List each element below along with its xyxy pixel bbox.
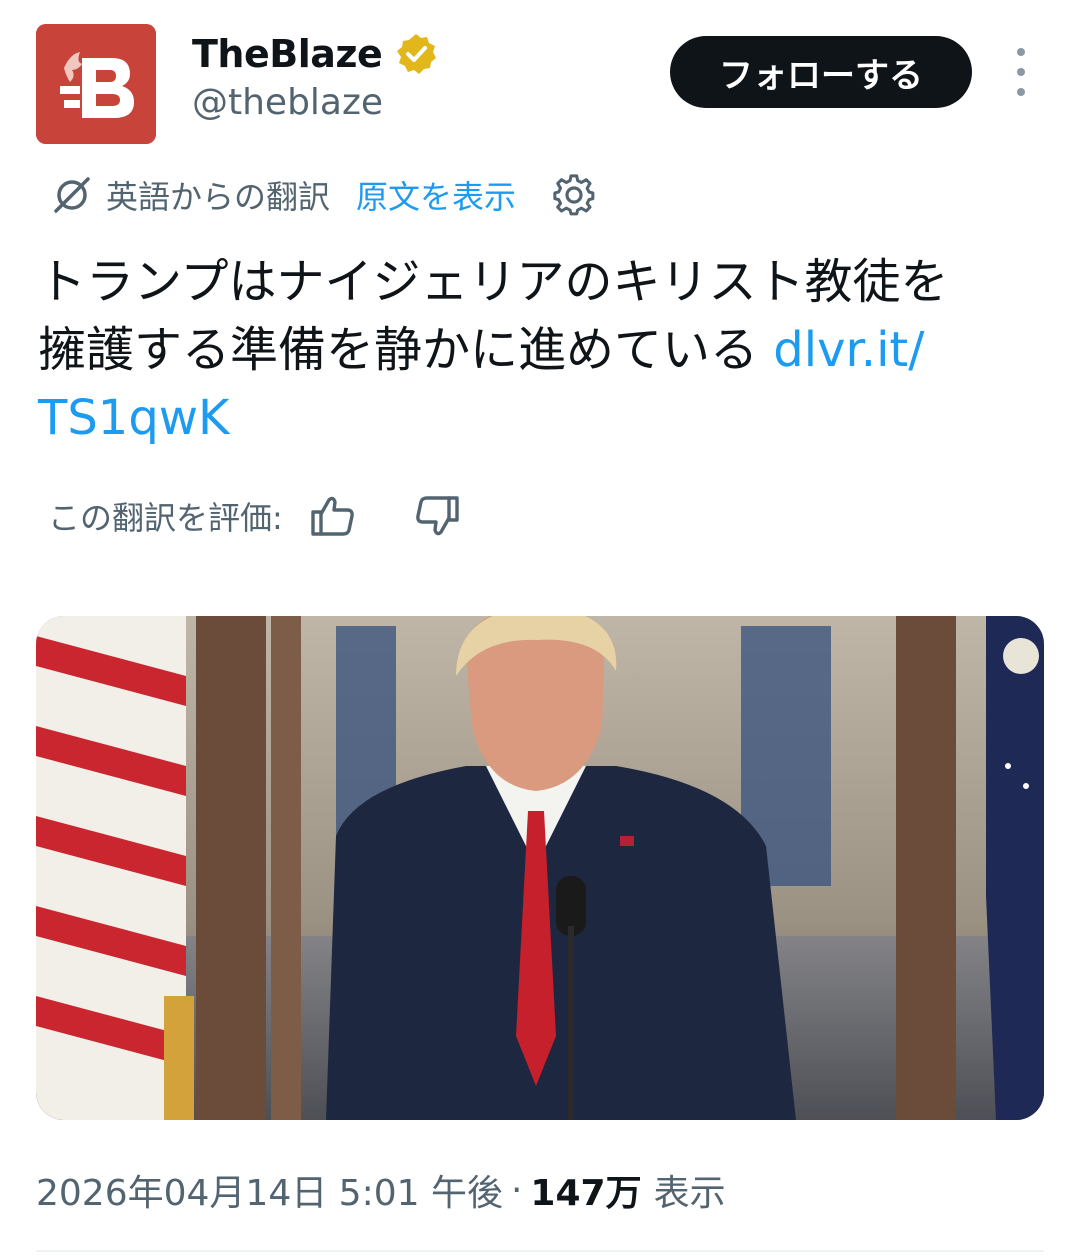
meta-separator: · xyxy=(510,1169,523,1211)
rate-translation: この翻訳を評価: xyxy=(48,488,461,544)
gear-icon[interactable] xyxy=(552,173,596,217)
tweet-text: トランプはナイジェリアのキリスト教徒を 擁護する準備を静かに進めている dlvr… xyxy=(38,248,1048,452)
tweet-header: TheBlaze @theblaze フォローする xyxy=(0,0,1080,160)
name-row: TheBlaze xyxy=(192,28,438,80)
tweet-text-line: TS1qwK xyxy=(38,384,1048,452)
more-dot xyxy=(1017,68,1025,76)
translation-bar: 英語からの翻訳 原文を表示 xyxy=(50,170,596,220)
views-label: 表示 xyxy=(653,1173,726,1214)
rate-translation-label: この翻訳を評価: xyxy=(48,499,283,537)
more-vertical-icon[interactable] xyxy=(1004,48,1038,96)
tweet-text-segment: 擁護する準備を静かに進めている xyxy=(38,322,774,378)
avatar[interactable] xyxy=(36,24,156,144)
views-count: 147万 xyxy=(530,1173,642,1214)
follow-button[interactable]: フォローする xyxy=(670,36,972,108)
translate-icon xyxy=(50,173,94,217)
thumb-down-icon[interactable] xyxy=(413,492,461,540)
tweet-link[interactable]: dlvr.it/ xyxy=(773,322,924,378)
more-dot xyxy=(1017,48,1025,56)
theblaze-logo-icon xyxy=(36,24,156,144)
photo-of-speaker xyxy=(36,616,1044,1120)
translated-from-label: 英語からの翻訳 xyxy=(106,178,331,216)
timestamp[interactable]: 2026年04月14日 5:01 午後 xyxy=(36,1164,503,1216)
handle[interactable]: @theblaze xyxy=(192,82,383,123)
tweet-text-line: トランプはナイジェリアのキリスト教徒を xyxy=(38,254,949,310)
tweet-image[interactable] xyxy=(36,616,1044,1120)
divider xyxy=(36,1250,1044,1252)
show-original-link[interactable]: 原文を表示 xyxy=(356,172,516,218)
thumb-up-icon[interactable] xyxy=(309,492,357,540)
tweet-meta: 2026年04月14日 5:01 午後 · 147万 表示 xyxy=(36,1162,726,1218)
more-dot xyxy=(1017,88,1025,96)
display-name[interactable]: TheBlaze xyxy=(192,32,383,76)
tweet-link[interactable]: TS1qwK xyxy=(38,390,230,446)
tweet-text-line: 擁護する準備を静かに進めている dlvr.it/ xyxy=(38,316,1048,384)
verified-badge-icon[interactable] xyxy=(394,32,438,76)
